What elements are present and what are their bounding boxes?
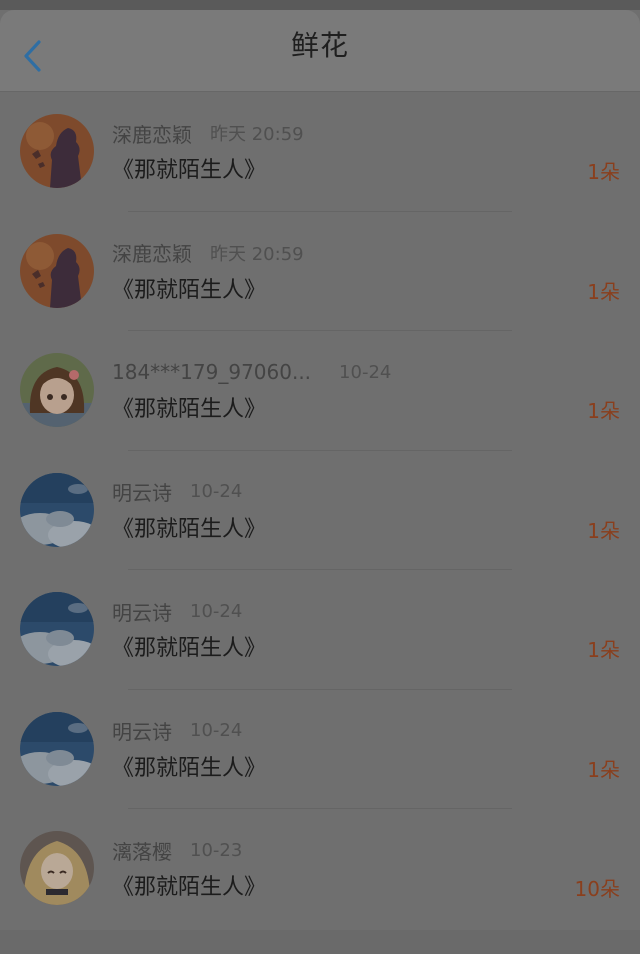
flower-count: 1朵 — [587, 399, 620, 423]
flower-count: 10朵 — [574, 877, 620, 901]
username[interactable]: 明云诗 — [112, 477, 172, 506]
flower-count: 1朵 — [587, 638, 620, 662]
item-meta: 明云诗 10-24 — [112, 477, 242, 507]
sky-clouds-avatar-icon — [20, 711, 94, 786]
flower-count: 1朵 — [587, 160, 620, 184]
username[interactable]: 184***179_97060... — [112, 360, 311, 384]
book-title[interactable]: 《那就陌生人》 — [112, 272, 266, 304]
avatar[interactable] — [20, 233, 94, 308]
item-meta: 184***179_97060... 10-24 — [112, 357, 391, 387]
timestamp: 10-23 — [190, 839, 243, 861]
list-item[interactable]: 漓落樱 10-23 《那就陌生人》 10朵 — [0, 809, 640, 929]
list-item[interactable]: 明云诗 10-24 《那就陌生人》 1朵 — [0, 570, 640, 690]
sky-clouds-avatar-icon — [20, 592, 94, 666]
item-meta: 深鹿恋颖 昨天 20:59 — [112, 118, 304, 148]
avatar[interactable] — [20, 472, 94, 547]
flower-count: 1朵 — [587, 757, 620, 782]
timestamp: 10-24 — [190, 720, 243, 741]
sky-clouds-avatar-icon — [20, 472, 94, 547]
item-meta: 明云诗 10-24 — [112, 716, 242, 746]
username[interactable]: 深鹿恋颖 — [112, 238, 192, 267]
avatar[interactable] — [20, 353, 94, 427]
avatar[interactable] — [20, 592, 94, 666]
book-title[interactable]: 《那就陌生人》 — [112, 750, 266, 782]
anime-silhouette-avatar-icon — [20, 233, 94, 308]
username[interactable]: 深鹿恋颖 — [112, 119, 192, 148]
book-title[interactable]: 《那就陌生人》 — [112, 511, 266, 543]
list-item[interactable]: 明云诗 10-24 《那就陌生人》 1朵 — [0, 451, 640, 570]
list-item[interactable]: 深鹿恋颖 昨天 20:59 《那就陌生人》 1朵 — [0, 212, 640, 331]
list-item[interactable]: 184***179_97060... 10-24 《那就陌生人》 1朵 — [0, 331, 640, 451]
book-title[interactable]: 《那就陌生人》 — [112, 152, 266, 184]
avatar[interactable] — [20, 831, 94, 905]
timestamp: 10-24 — [190, 600, 243, 622]
timestamp: 10-24 — [339, 361, 392, 383]
avatar[interactable] — [20, 114, 94, 188]
anime-girl-avatar-icon — [20, 353, 94, 427]
page-title: 鲜花 — [290, 29, 349, 62]
item-meta: 深鹿恋颖 昨天 20:59 — [112, 238, 304, 268]
anime-girl-avatar-icon — [20, 831, 94, 905]
timestamp: 10-24 — [190, 481, 243, 502]
flower-gift-list: 深鹿恋颖 昨天 20:59 《那就陌生人》 1朵 深鹿恋颖 昨天 20:59 《… — [0, 92, 640, 929]
avatar[interactable] — [20, 711, 94, 786]
username[interactable]: 明云诗 — [112, 597, 172, 626]
top-nav-bar: 鲜花 — [0, 10, 640, 92]
flower-count: 1朵 — [587, 518, 620, 543]
item-meta: 明云诗 10-24 — [112, 596, 242, 626]
item-meta: 漓落樱 10-23 — [112, 835, 242, 865]
book-title[interactable]: 《那就陌生人》 — [112, 391, 266, 423]
bottom-edge — [0, 930, 640, 954]
list-item[interactable]: 明云诗 10-24 《那就陌生人》 1朵 — [0, 690, 640, 809]
timestamp: 昨天 20:59 — [210, 124, 304, 145]
list-item[interactable]: 深鹿恋颖 昨天 20:59 《那就陌生人》 1朵 — [0, 92, 640, 212]
username[interactable]: 漓落樱 — [112, 836, 172, 865]
timestamp: 昨天 20:59 — [210, 243, 304, 265]
book-title[interactable]: 《那就陌生人》 — [112, 630, 266, 662]
anime-silhouette-avatar-icon — [20, 114, 94, 188]
flower-count: 1朵 — [587, 279, 620, 304]
book-title[interactable]: 《那就陌生人》 — [112, 869, 266, 901]
username[interactable]: 明云诗 — [112, 716, 172, 745]
